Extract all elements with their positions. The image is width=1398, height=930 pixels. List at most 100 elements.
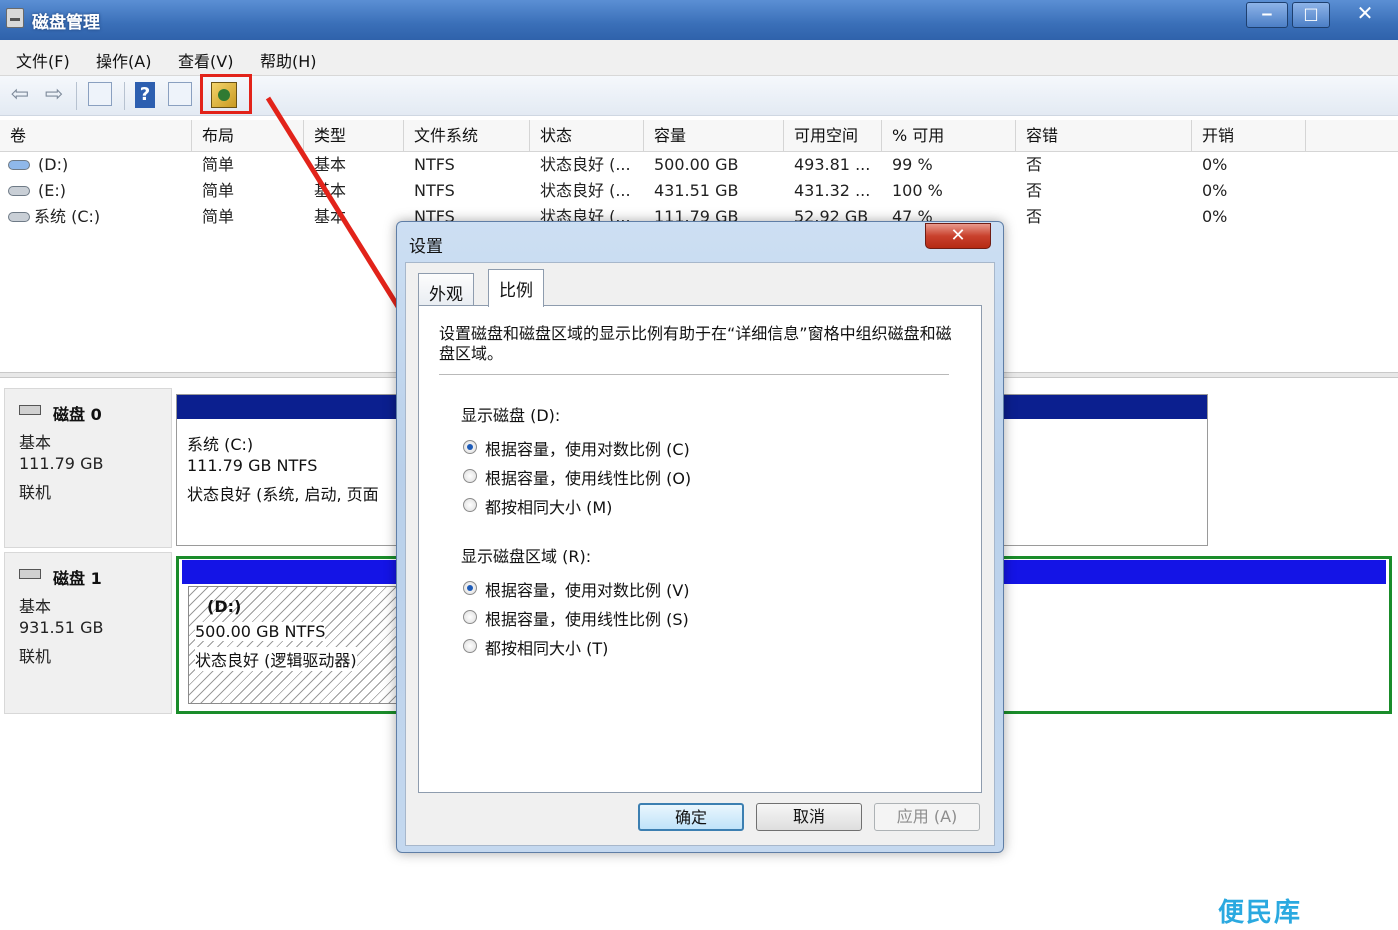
region-log-scale-radio[interactable]: 根据容量，使用对数比例 (V) xyxy=(463,577,723,600)
disk-name: 磁盘 1 xyxy=(53,569,102,588)
free-space-cell: 431.32 ... xyxy=(794,181,871,200)
region-display-label: 显示磁盘区域 (R): xyxy=(461,547,592,566)
disk-1-info[interactable]: 磁盘 1 基本 931.51 GB 联机 xyxy=(4,552,172,714)
column-header-volume[interactable]: 卷 xyxy=(0,120,192,152)
table-row[interactable]: (D:) 简单 基本 NTFS 状态良好 (... 500.00 GB 493.… xyxy=(0,152,1398,178)
column-header-type[interactable]: 类型 xyxy=(304,120,404,152)
layout-cell: 简单 xyxy=(202,155,235,174)
radio-label: 都按相同大小 (M) xyxy=(485,498,613,517)
column-header-overhead[interactable]: 开销 xyxy=(1192,120,1306,152)
ok-button[interactable]: 确定 xyxy=(638,803,744,831)
scale-tab-panel: 设置磁盘和磁盘区域的显示比例有助于在“详细信息”窗格中组织磁盘和磁盘区域。 显示… xyxy=(418,305,982,793)
close-button[interactable]: ✕ xyxy=(1336,2,1394,28)
toolbar-separator xyxy=(76,82,77,110)
disk-kind: 基本 xyxy=(19,433,52,452)
radio-checked-icon xyxy=(463,581,477,595)
layout-cell: 简单 xyxy=(202,207,235,226)
disk-log-scale-radio[interactable]: 根据容量，使用对数比例 (C) xyxy=(463,436,723,459)
disk-display-label: 显示磁盘 (D): xyxy=(461,406,561,425)
disk-size: 111.79 GB xyxy=(19,454,104,473)
column-header-capacity[interactable]: 容量 xyxy=(644,120,784,152)
minimize-button[interactable]: ‒ xyxy=(1246,2,1288,28)
disk-state: 联机 xyxy=(19,483,52,502)
maximize-button[interactable]: □ xyxy=(1292,2,1330,28)
fault-tolerance-cell: 否 xyxy=(1026,181,1043,200)
disk-icon xyxy=(19,569,41,579)
column-header-layout[interactable]: 布局 xyxy=(192,120,304,152)
volume-cell: (E:) xyxy=(38,181,66,200)
partition-status: 状态良好 (逻辑驱动器) xyxy=(195,647,357,671)
show-action-pane-icon[interactable] xyxy=(168,82,192,106)
column-header-status[interactable]: 状态 xyxy=(530,120,644,152)
percent-free-cell: 100 % xyxy=(892,181,943,200)
partition-status: 状态良好 (系统, 启动, 页面 xyxy=(187,485,379,504)
type-cell: 基本 xyxy=(314,155,347,174)
radio-icon xyxy=(463,469,477,483)
table-row[interactable]: (E:) 简单 基本 NTFS 状态良好 (... 431.51 GB 431.… xyxy=(0,178,1398,204)
column-header-percent-free[interactable]: % 可用 xyxy=(882,120,1016,152)
window-title: 磁盘管理 xyxy=(32,13,100,33)
column-header-filesystem[interactable]: 文件系统 xyxy=(404,120,530,152)
partition-size: 111.79 GB NTFS xyxy=(187,456,318,475)
tab-appearance[interactable]: 外观 xyxy=(418,273,474,305)
type-cell: 基本 xyxy=(314,181,347,200)
volume-cell: 系统 (C:) xyxy=(34,207,101,226)
layout-cell: 简单 xyxy=(202,181,235,200)
back-arrow-icon[interactable]: ⇦ xyxy=(6,82,34,108)
forward-arrow-icon[interactable]: ⇨ xyxy=(40,82,68,108)
toolbar-separator xyxy=(124,82,125,110)
disk-management-icon xyxy=(6,8,24,28)
menu-view[interactable]: 查看(V) xyxy=(178,48,233,72)
fs-cell: NTFS xyxy=(414,155,455,174)
apply-button[interactable]: 应用 (A) xyxy=(874,803,980,831)
disk-0-info[interactable]: 磁盘 0 基本 111.79 GB 联机 xyxy=(4,388,172,548)
show-hide-console-tree-icon[interactable] xyxy=(88,82,112,106)
radio-label: 根据容量，使用线性比例 (S) xyxy=(485,610,689,629)
drive-icon xyxy=(8,212,30,222)
partition-name: 系统 (C:) xyxy=(187,435,254,454)
overhead-cell: 0% xyxy=(1202,181,1228,200)
help-icon[interactable]: ? xyxy=(135,82,155,108)
disk-kind: 基本 xyxy=(19,597,52,616)
radio-icon xyxy=(463,639,477,653)
dialog-close-button[interactable]: ✕ xyxy=(925,223,991,249)
cancel-button[interactable]: 取消 xyxy=(756,803,862,831)
tab-scale[interactable]: 比例 xyxy=(488,269,544,307)
volume-cell: (D:) xyxy=(38,155,69,174)
radio-label: 根据容量，使用对数比例 (V) xyxy=(485,581,690,600)
fs-cell: NTFS xyxy=(414,181,455,200)
type-cell: 基本 xyxy=(314,207,347,226)
radio-checked-icon xyxy=(463,440,477,454)
fault-tolerance-cell: 否 xyxy=(1026,207,1043,226)
drive-icon xyxy=(8,186,30,196)
radio-label: 根据容量，使用线性比例 (O) xyxy=(485,469,692,488)
menu-file[interactable]: 文件(F) xyxy=(16,48,70,72)
radio-label: 都按相同大小 (T) xyxy=(485,639,609,658)
disk-same-size-radio[interactable]: 都按相同大小 (M) xyxy=(463,494,663,517)
partition-name: (D:) xyxy=(207,597,242,616)
radio-label: 根据容量，使用对数比例 (C) xyxy=(485,440,690,459)
dialog-title: 设置 xyxy=(409,237,443,257)
column-header-free-space[interactable]: 可用空间 xyxy=(784,120,882,152)
disk-state: 联机 xyxy=(19,647,52,666)
capacity-cell: 431.51 GB xyxy=(654,181,739,200)
volume-list-header: 卷 布局 类型 文件系统 状态 容量 可用空间 % 可用 容错 开销 xyxy=(0,120,1398,152)
logical-drive-d[interactable]: (D:) 500.00 GB NTFS 状态良好 (逻辑驱动器) xyxy=(188,586,408,704)
menu-action[interactable]: 操作(A) xyxy=(96,48,151,72)
menu-help[interactable]: 帮助(H) xyxy=(260,48,317,72)
disk-name: 磁盘 0 xyxy=(53,405,102,424)
watermark: 便民库 xyxy=(1218,898,1303,928)
title-bar: 磁盘管理 ‒ □ ✕ xyxy=(0,0,1398,40)
disk-linear-scale-radio[interactable]: 根据容量，使用线性比例 (O) xyxy=(463,465,723,488)
disk-size: 931.51 GB xyxy=(19,618,104,637)
capacity-cell: 500.00 GB xyxy=(654,155,739,174)
region-linear-scale-radio[interactable]: 根据容量，使用线性比例 (S) xyxy=(463,606,723,629)
settings-icon-highlight xyxy=(200,74,252,114)
status-cell: 状态良好 (... xyxy=(540,181,631,200)
region-same-size-radio[interactable]: 都按相同大小 (T) xyxy=(463,635,663,658)
column-header-fault-tolerance[interactable]: 容错 xyxy=(1016,120,1192,152)
radio-icon xyxy=(463,498,477,512)
overhead-cell: 0% xyxy=(1202,207,1228,226)
partition-size: 500.00 GB NTFS xyxy=(195,622,326,641)
overhead-cell: 0% xyxy=(1202,155,1228,174)
